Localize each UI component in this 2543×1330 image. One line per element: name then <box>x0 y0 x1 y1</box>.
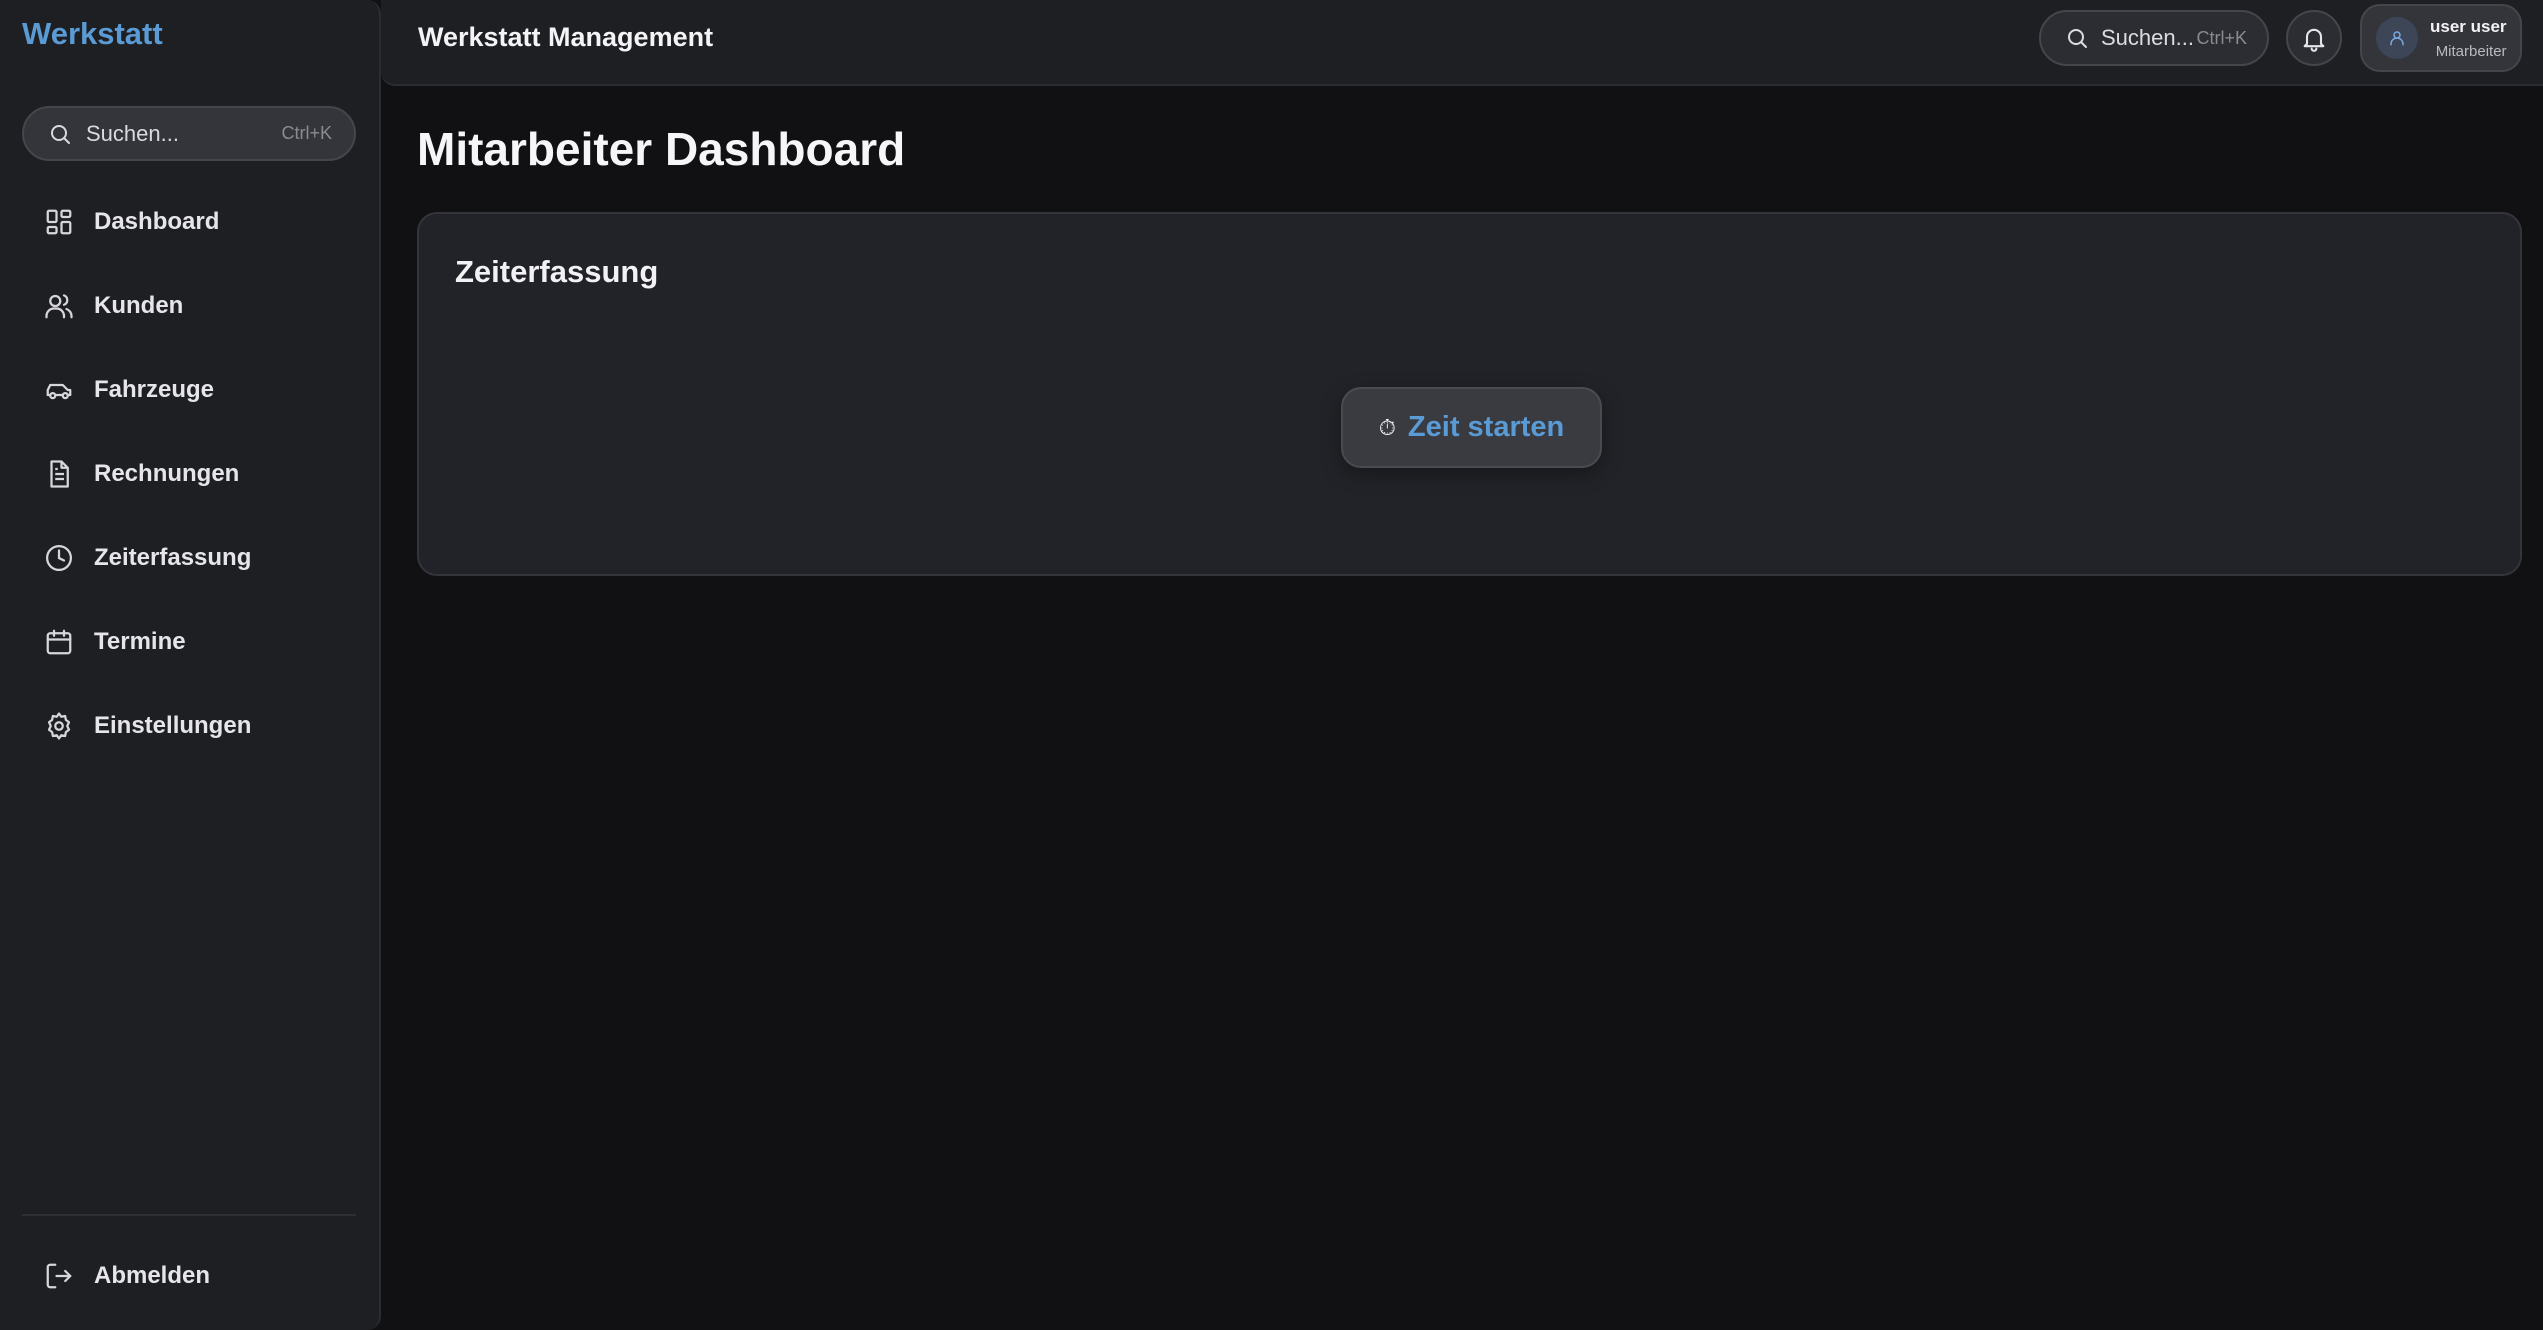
logout-icon <box>46 1263 72 1289</box>
avatar <box>2376 17 2418 59</box>
sidebar-item-fahrzeuge[interactable]: Fahrzeuge <box>22 348 358 432</box>
page-title: Mitarbeiter Dashboard <box>417 123 906 175</box>
sidebar-item-kunden[interactable]: Kunden <box>22 264 358 348</box>
top-search-input[interactable]: Suchen... Ctrl+K <box>2039 10 2269 66</box>
start-time-button[interactable]: ⏱ Zeit starten <box>1341 387 1602 468</box>
user-icon <box>2390 31 2404 46</box>
document-icon <box>50 460 69 488</box>
time-tracking-card: Zeiterfassung ⏱ Zeit starten <box>417 212 2522 576</box>
sidebar: Werkstatt Suchen... Ctrl+K Dashboard Kun… <box>0 0 381 1330</box>
sidebar-item-label: Termine <box>94 628 186 655</box>
sidebar-item-zeiterfassung[interactable]: Zeiterfassung <box>22 516 358 600</box>
sidebar-item-label: Rechnungen <box>94 460 240 487</box>
logout-label: Abmelden <box>94 1262 211 1289</box>
sidebar-search-input[interactable]: Suchen... Ctrl+K <box>22 106 356 161</box>
sidebar-item-label: Dashboard <box>94 208 220 235</box>
sidebar-item-dashboard[interactable]: Dashboard <box>22 180 358 264</box>
sidebar-item-label: Kunden <box>94 292 184 319</box>
app-title: Werkstatt Management <box>418 22 714 52</box>
start-time-label: Zeit starten <box>1407 411 1565 443</box>
sidebar-item-label: Einstellungen <box>94 712 252 739</box>
user-name: user user <box>2430 16 2507 36</box>
dashboard-grid-icon <box>46 209 72 235</box>
app: Werkstatt Suchen... Ctrl+K Dashboard Kun… <box>0 0 2543 1330</box>
sidebar-search-shortcut: Ctrl+K <box>281 123 332 143</box>
brand-logo[interactable]: Werkstatt <box>22 16 163 52</box>
stopwatch-icon: ⏱ <box>1378 414 1396 440</box>
gear-icon <box>47 712 71 740</box>
bell-icon <box>2303 28 2325 52</box>
top-bar: Werkstatt Management Suchen... Ctrl+K us… <box>381 0 2543 86</box>
users-icon <box>45 294 73 319</box>
search-icon <box>2068 29 2087 48</box>
car-icon <box>46 383 72 400</box>
sidebar-search-placeholder: Suchen... <box>86 120 179 146</box>
logout-button[interactable]: Abmelden <box>22 1234 358 1318</box>
sidebar-item-einstellungen[interactable]: Einstellungen <box>22 684 358 768</box>
sidebar-item-label: Fahrzeuge <box>94 376 215 403</box>
sidebar-item-rechnungen[interactable]: Rechnungen <box>22 432 358 516</box>
search-icon <box>51 124 70 144</box>
user-info: user user Mitarbeiter <box>2430 17 2507 60</box>
user-menu-button[interactable]: user user Mitarbeiter <box>2360 4 2522 72</box>
user-role: Mitarbeiter <box>2435 42 2507 60</box>
sidebar-item-label: Zeiterfassung <box>94 544 252 571</box>
sidebar-item-termine[interactable]: Termine <box>22 600 358 684</box>
card-title: Zeiterfassung <box>455 254 659 289</box>
clock-icon <box>46 545 72 571</box>
notifications-button[interactable] <box>2286 10 2342 66</box>
top-search-shortcut: Ctrl+K <box>2196 27 2247 48</box>
top-search-placeholder: Suchen... <box>2101 25 2194 50</box>
sidebar-divider <box>22 1214 356 1216</box>
sidebar-nav: Dashboard Kunden Fahrzeuge Rechnungen Ze… <box>22 180 358 768</box>
calendar-icon <box>46 629 72 655</box>
